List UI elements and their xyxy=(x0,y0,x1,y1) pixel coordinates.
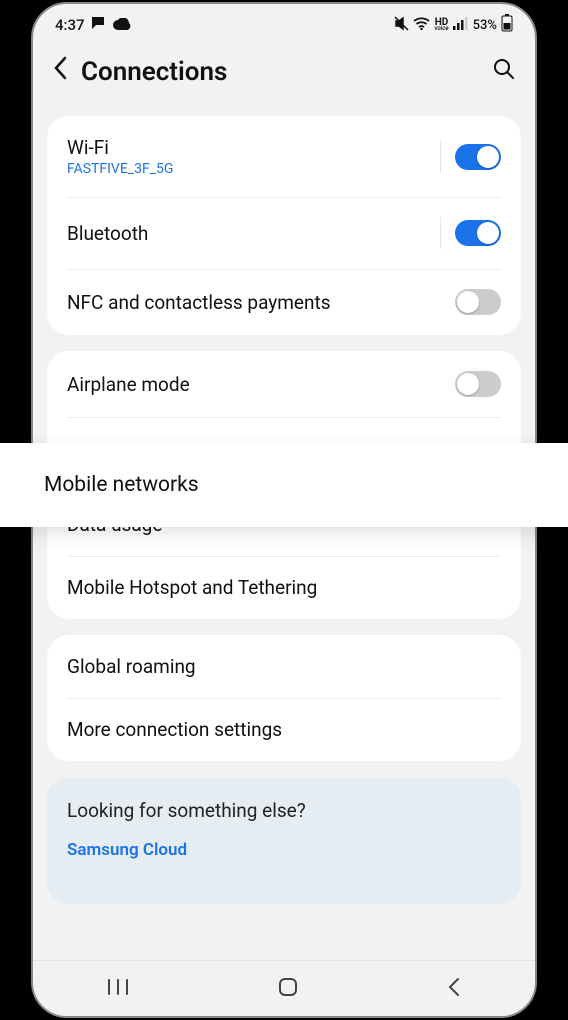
app-header: Connections xyxy=(33,40,535,107)
looking-for-card: Looking for something else? Samsung Clou… xyxy=(47,777,521,904)
nfc-toggle[interactable] xyxy=(455,289,501,315)
back-button[interactable] xyxy=(53,56,67,87)
wifi-label: Wi-Fi xyxy=(67,136,173,159)
settings-group-3: Global roaming More connection settings xyxy=(47,635,521,761)
settings-scroll-area[interactable]: Wi-Fi FASTFIVE_3F_5G Bluetooth xyxy=(33,116,535,960)
samsung-cloud-link[interactable]: Samsung Cloud xyxy=(67,840,501,860)
bluetooth-toggle[interactable] xyxy=(455,220,501,246)
mobile-networks-label: Mobile networks xyxy=(44,473,199,497)
bluetooth-label: Bluetooth xyxy=(67,222,148,245)
search-button[interactable] xyxy=(493,58,515,86)
more-connection-label: More connection settings xyxy=(67,718,282,741)
page-title: Connections xyxy=(81,57,493,87)
mute-icon xyxy=(394,16,409,35)
status-bar: 4:37 HD voice 53% xyxy=(33,4,535,40)
looking-for-prompt: Looking for something else? xyxy=(67,799,501,822)
signal-icon xyxy=(453,17,469,34)
status-time: 4:37 xyxy=(55,16,85,34)
global-roaming-label: Global roaming xyxy=(67,655,196,678)
recents-button[interactable] xyxy=(107,978,129,1000)
hd-voice-icon: HD voice xyxy=(434,19,448,32)
wifi-row[interactable]: Wi-Fi FASTFIVE_3F_5G xyxy=(47,116,521,197)
navigation-bar xyxy=(33,960,535,1016)
battery-icon xyxy=(501,14,513,36)
wifi-icon xyxy=(413,17,430,34)
nav-back-button[interactable] xyxy=(447,977,461,1001)
mobile-networks-row[interactable]: Mobile networks xyxy=(0,443,568,527)
bluetooth-row[interactable]: Bluetooth xyxy=(47,197,521,269)
battery-pct: 53% xyxy=(473,18,497,33)
airplane-row[interactable]: Airplane mode xyxy=(47,351,521,417)
home-button[interactable] xyxy=(277,976,299,1002)
cloud-icon xyxy=(113,16,131,34)
hotspot-label: Mobile Hotspot and Tethering xyxy=(67,576,317,599)
settings-group-1: Wi-Fi FASTFIVE_3F_5G Bluetooth xyxy=(47,116,521,335)
nfc-row[interactable]: NFC and contactless payments xyxy=(47,269,521,335)
more-connection-row[interactable]: More connection settings xyxy=(47,698,521,761)
global-roaming-row[interactable]: Global roaming xyxy=(47,635,521,698)
hotspot-row[interactable]: Mobile Hotspot and Tethering xyxy=(47,556,521,619)
wifi-network-name: FASTFIVE_3F_5G xyxy=(67,161,173,177)
airplane-label: Airplane mode xyxy=(67,373,190,396)
nfc-label: NFC and contactless payments xyxy=(67,291,331,314)
chat-icon xyxy=(91,16,107,34)
wifi-toggle[interactable] xyxy=(455,144,501,170)
airplane-toggle[interactable] xyxy=(455,371,501,397)
